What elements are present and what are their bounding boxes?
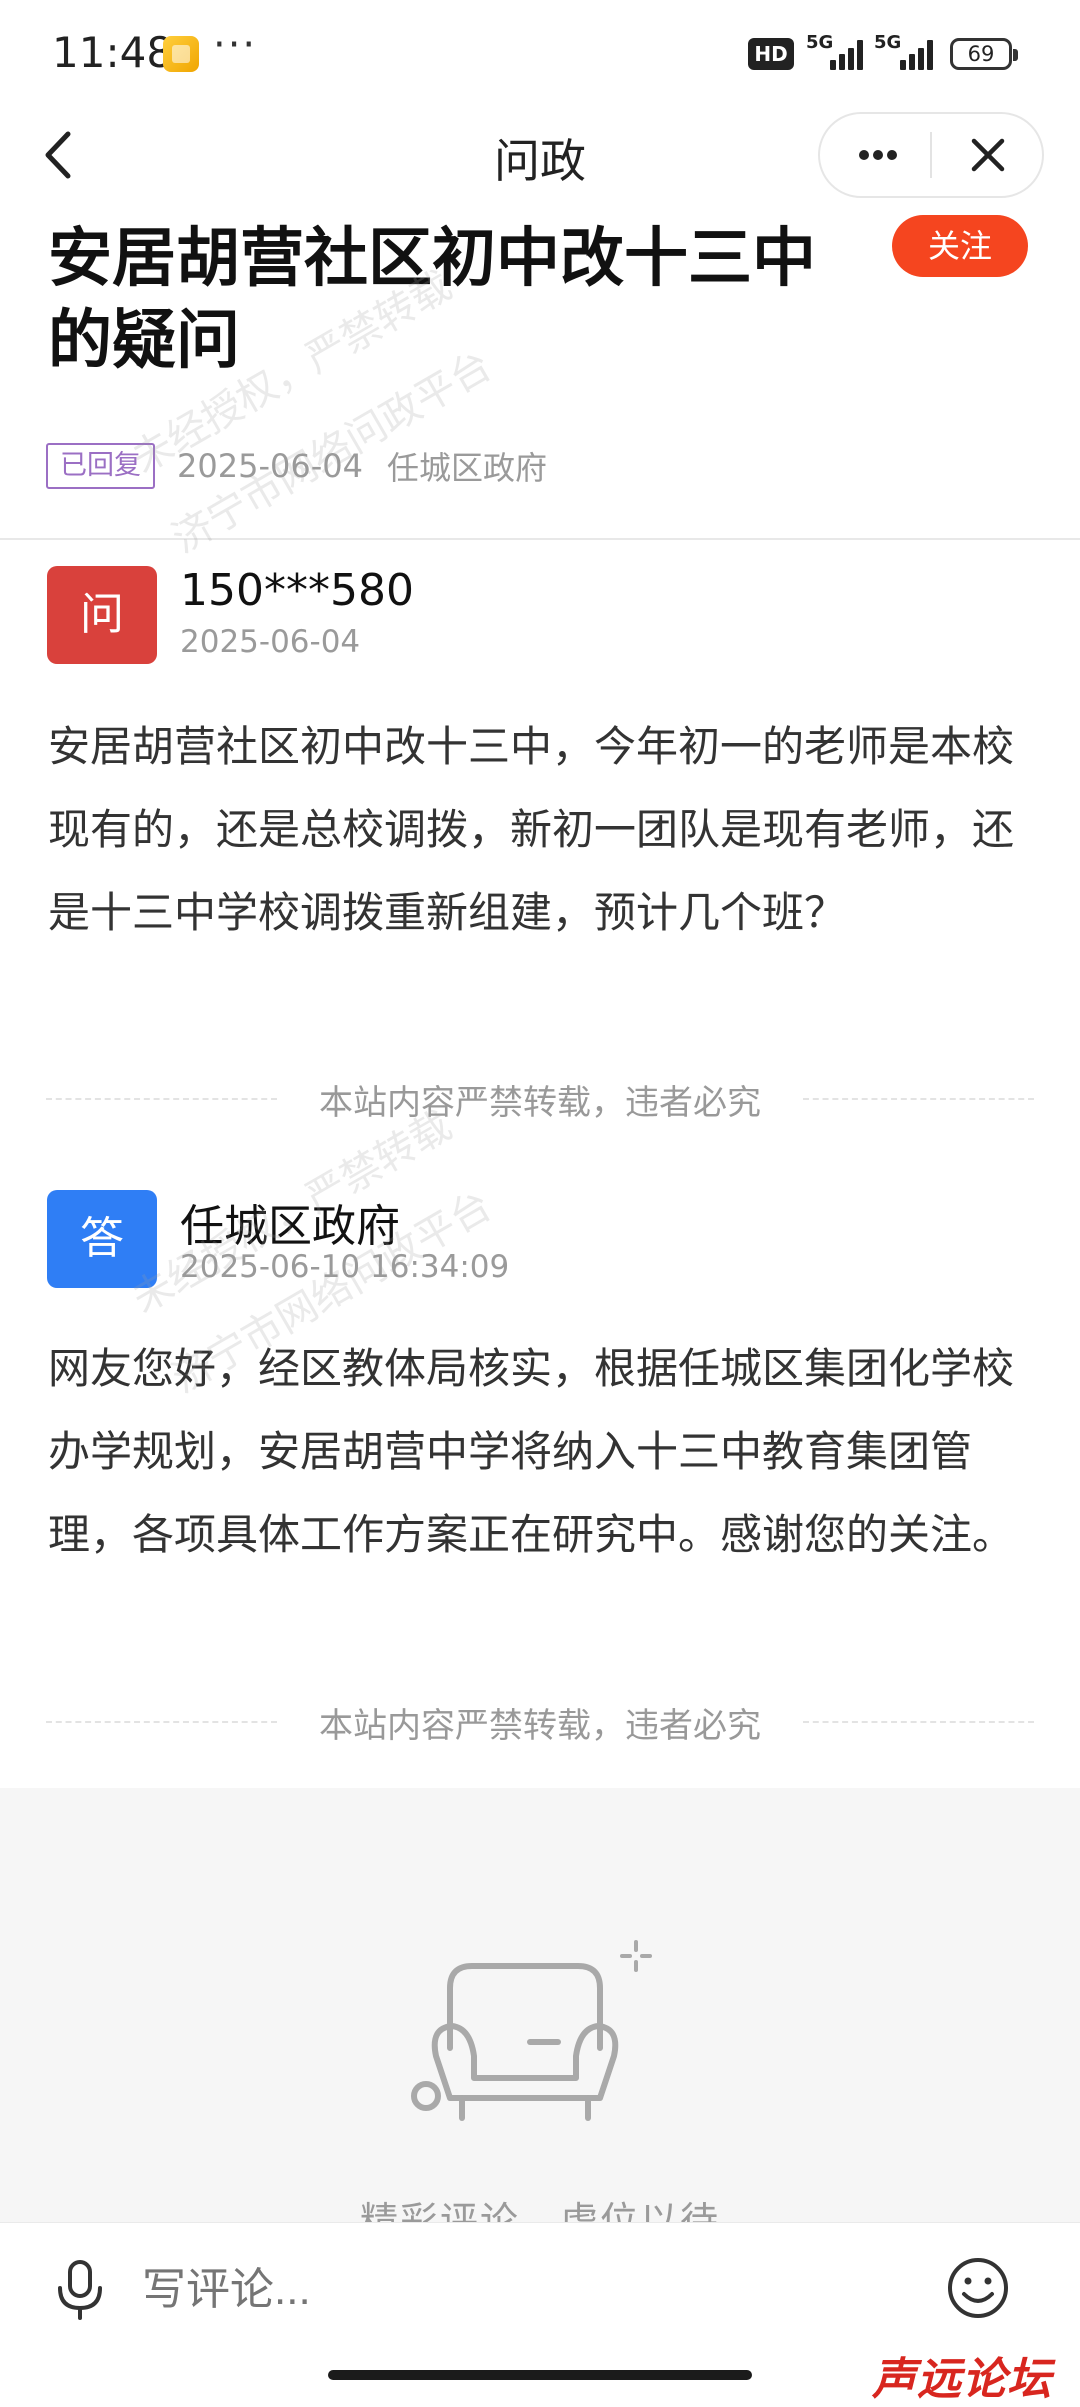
divider — [803, 1098, 1034, 1100]
emoji-button[interactable] — [946, 2256, 1010, 2320]
status-more-indicator: ··· — [213, 22, 258, 68]
network-type-label-2: 5G — [874, 32, 902, 53]
copy-notice-row: 本站内容严禁转载，违者必究 — [46, 1074, 1034, 1124]
post-date: 2025-06-04 — [177, 447, 363, 485]
comment-area — [0, 1788, 1080, 2222]
page-title: 问政 — [494, 134, 586, 188]
more-button[interactable] — [838, 120, 918, 190]
close-button[interactable] — [948, 120, 1028, 190]
status-badge: 已回复 — [46, 443, 155, 489]
comment-input[interactable] — [140, 2254, 844, 2326]
status-time: 11:48 — [52, 28, 174, 77]
status-bar: 11:48 ··· HD 5G 5G 69 — [0, 0, 1080, 105]
capsule-divider — [930, 132, 932, 178]
back-button[interactable] — [30, 120, 90, 190]
hd-voice-icon: HD — [748, 38, 794, 70]
divider — [46, 1721, 277, 1723]
home-indicator[interactable] — [328, 2370, 752, 2380]
signal-icon: 5G — [806, 32, 866, 70]
close-icon — [971, 138, 1005, 172]
chevron-left-icon — [45, 131, 71, 179]
answer-avatar: 答 — [47, 1190, 157, 1288]
voice-input-button[interactable] — [52, 2258, 108, 2322]
emoji-icon — [948, 2258, 1008, 2318]
question-date: 2025-06-04 — [180, 624, 361, 660]
copy-notice-row-2: 本站内容严禁转载，违者必究 — [46, 1697, 1034, 1747]
notification-app-icon — [163, 36, 199, 72]
more-icon — [859, 150, 897, 160]
divider — [46, 1098, 277, 1100]
copy-notice: 本站内容严禁转载，违者必究 — [319, 1082, 761, 1123]
post-title: 安居胡营社区初中改十三中的疑问 — [48, 222, 816, 378]
section-divider — [0, 538, 1080, 540]
divider — [803, 1721, 1034, 1723]
question-content: 安居胡营社区初中改十三中，今年初一的老师是本校现有的，还是总校调拨，新初一团队是… — [48, 722, 1015, 937]
battery-icon: 69 — [950, 38, 1018, 70]
microphone-icon — [58, 2260, 102, 2320]
answer-content: 网友您好，经区教体局核实，根据任城区集团化学校办学规划，安居胡营中学将纳入十三中… — [48, 1344, 1015, 1559]
answer-date: 2025-06-10 16:34:09 — [180, 1249, 510, 1285]
follow-button[interactable]: 关注 — [892, 215, 1028, 277]
copy-notice-2: 本站内容严禁转载，违者必究 — [319, 1705, 761, 1746]
sofa-icon — [411, 1940, 652, 2121]
answer-author: 任城区政府 — [180, 1201, 400, 1252]
question-avatar: 问 — [47, 566, 157, 664]
forum-logo: 声远论坛 — [872, 2354, 1052, 2405]
question-author: 150***580 — [180, 565, 414, 616]
signal-icon-2: 5G — [874, 32, 938, 70]
post-department: 任城区政府 — [386, 449, 547, 487]
post-meta: 已回复 2025-06-04 任城区政府 — [46, 442, 547, 490]
network-type-label: 5G — [806, 32, 834, 53]
